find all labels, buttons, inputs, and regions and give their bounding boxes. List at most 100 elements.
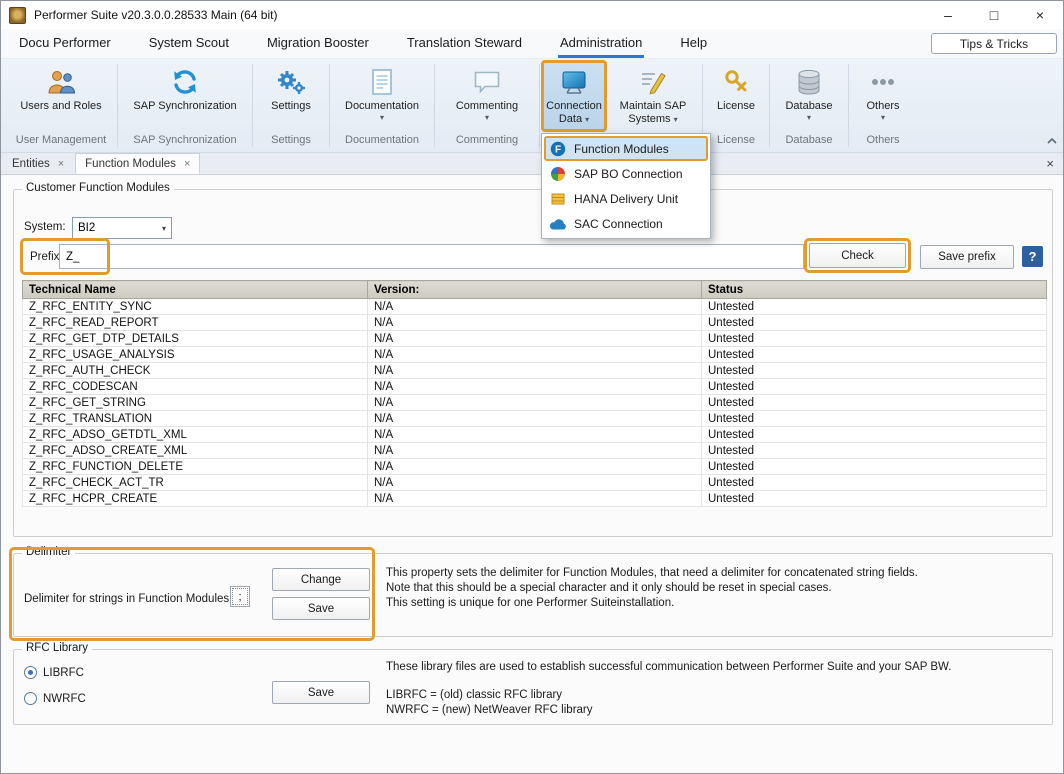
tab-close-icon[interactable]: × (184, 158, 190, 170)
table-row[interactable]: Z_RFC_FUNCTION_DELETEN/AUntested (23, 459, 1047, 475)
tab-close-icon[interactable]: × (58, 158, 64, 170)
ribbon-button-others[interactable]: Others▾ (851, 61, 915, 131)
menu-item-sac-connection[interactable]: SAC Connection (544, 211, 708, 236)
radio-icon (24, 692, 37, 705)
menu-administration[interactable]: Administration (558, 29, 644, 58)
system-combobox[interactable]: BI2 ▾ (72, 217, 172, 239)
chevron-down-icon: ▾ (380, 113, 384, 122)
maximize-button[interactable]: □ (971, 1, 1017, 29)
table-row[interactable]: Z_RFC_GET_DTP_DETAILSN/AUntested (23, 331, 1047, 347)
table-row[interactable]: Z_RFC_TRANSLATIONN/AUntested (23, 411, 1047, 427)
table-row[interactable]: Z_RFC_READ_REPORTN/AUntested (23, 315, 1047, 331)
rfc-description: These library files are used to establis… (386, 660, 951, 675)
sap-bo-icon (549, 167, 567, 181)
menu-translation-steward[interactable]: Translation Steward (405, 29, 524, 58)
group-title: RFC Library (22, 642, 92, 654)
description-line: Note that this should be a special chara… (386, 581, 918, 596)
close-button[interactable]: × (1017, 1, 1063, 29)
table-row[interactable]: Z_RFC_CODESCANN/AUntested (23, 379, 1047, 395)
prefix-input[interactable] (59, 244, 804, 269)
save-delimiter-button[interactable]: Save (272, 597, 370, 620)
ribbon-group-label: Others (849, 133, 917, 151)
table-row[interactable]: Z_RFC_ENTITY_SYNCN/AUntested (23, 299, 1047, 315)
cell-technical-name: Z_RFC_ADSO_CREATE_XML (23, 443, 368, 459)
check-button[interactable]: Check (809, 243, 906, 268)
tab-function-modules[interactable]: Function Modules × (75, 153, 200, 174)
menubar: Docu Performer System Scout Migration Boos… (1, 29, 1063, 59)
cell-status: Untested (702, 347, 1047, 363)
cell-version: N/A (368, 379, 702, 395)
cell-version: N/A (368, 299, 702, 315)
save-prefix-button[interactable]: Save prefix (920, 245, 1014, 269)
ribbon-group-database: Database▾Database (770, 59, 848, 152)
ribbon-group-label: User Management (5, 133, 117, 151)
license-icon (723, 65, 749, 99)
group-title: Customer Function Modules (22, 182, 174, 194)
cell-technical-name: Z_RFC_TRANSLATION (23, 411, 368, 427)
menu-system-scout[interactable]: System Scout (147, 29, 231, 58)
ribbon-button-commenting[interactable]: Commenting▾ (437, 61, 537, 131)
table-row[interactable]: Z_RFC_USAGE_ANALYSISN/AUntested (23, 347, 1047, 363)
ribbon-button-documentation[interactable]: Documentation▾ (332, 61, 432, 131)
description-line: This property sets the delimiter for Fun… (386, 566, 918, 581)
radio-librfc[interactable]: LIBRFC (24, 666, 86, 679)
table-row[interactable]: Z_RFC_HCPR_CREATEN/AUntested (23, 491, 1047, 507)
ribbon-button-users-and-roles[interactable]: Users and Roles (7, 61, 115, 131)
customer-function-modules-group: Customer Function Modules System: BI2 ▾ … (13, 189, 1053, 537)
cell-technical-name: Z_RFC_USAGE_ANALYSIS (23, 347, 368, 363)
menu-item-hana-delivery-unit[interactable]: HANA Delivery Unit (544, 186, 708, 211)
menu-item-label: SAC Connection (574, 217, 663, 231)
table-row[interactable]: Z_RFC_AUTH_CHECKN/AUntested (23, 363, 1047, 379)
menu-item-sap-bo-connection[interactable]: SAP BO Connection (544, 161, 708, 186)
cell-technical-name: Z_RFC_AUTH_CHECK (23, 363, 368, 379)
column-header-version[interactable]: Version: (368, 281, 702, 299)
ribbon-button-settings[interactable]: Settings (255, 61, 327, 131)
table-row[interactable]: Z_RFC_ADSO_GETDTL_XMLN/AUntested (23, 427, 1047, 443)
change-button[interactable]: Change (272, 568, 370, 591)
table-header-row: Technical Name Version: Status (23, 281, 1047, 299)
window-controls: – □ × (925, 1, 1063, 29)
others-icon (869, 65, 897, 99)
cell-technical-name: Z_RFC_ADSO_GETDTL_XML (23, 427, 368, 443)
cell-status: Untested (702, 315, 1047, 331)
content: Customer Function Modules System: BI2 ▾ … (1, 175, 1063, 773)
ribbon-button-label: SAP Synchronization (131, 100, 238, 113)
ribbon-collapse-icon[interactable] (1047, 131, 1057, 149)
table-row[interactable]: Z_RFC_GET_STRINGN/AUntested (23, 395, 1047, 411)
ribbon-button-connection-data[interactable]: Connection Data ▾ (542, 61, 606, 131)
system-label: System: (24, 221, 66, 233)
ribbon-button-sap-synchronization[interactable]: SAP Synchronization (120, 61, 250, 131)
table-row[interactable]: Z_RFC_ADSO_CREATE_XMLN/AUntested (23, 443, 1047, 459)
cell-version: N/A (368, 315, 702, 331)
column-header-status[interactable]: Status (702, 281, 1047, 299)
table-row[interactable]: Z_RFC_CHECK_ACT_TRN/AUntested (23, 475, 1047, 491)
tips-tricks-button[interactable]: Tips & Tricks (931, 33, 1057, 54)
ribbon-button-license[interactable]: License (705, 61, 767, 131)
radio-nwrfc[interactable]: NWRFC (24, 692, 86, 705)
tabgroup-close-icon[interactable]: × (1046, 156, 1054, 171)
ribbon-group-sap-synchronization: SAP SynchronizationSAP Synchronization (118, 59, 252, 152)
ribbon-button-label: Commenting (454, 100, 520, 113)
radio-icon (24, 666, 37, 679)
sac-cloud-icon (549, 217, 567, 231)
menu-migration-booster[interactable]: Migration Booster (265, 29, 371, 58)
ribbon: Users and RolesUser ManagementSAP Synchr… (1, 59, 1063, 153)
minimize-button[interactable]: – (925, 1, 971, 29)
ribbon-button-maintain-sap-systems[interactable]: Maintain SAP Systems ▾ (606, 61, 700, 131)
help-icon[interactable]: ? (1022, 246, 1043, 267)
menu-help[interactable]: Help (678, 29, 709, 58)
save-rfc-button[interactable]: Save (272, 681, 370, 704)
radio-label: LIBRFC (43, 667, 84, 679)
chevron-down-icon: ▾ (585, 115, 589, 124)
ribbon-button-label: Documentation (343, 100, 421, 113)
chevron-down-icon: ▾ (881, 113, 885, 122)
delimiter-input[interactable] (230, 586, 250, 607)
tab-entities[interactable]: Entities × (3, 153, 73, 174)
menu-item-function-modules[interactable]: FFunction Modules (544, 136, 708, 161)
ribbon-group-label: Settings (253, 133, 329, 151)
column-header-technical-name[interactable]: Technical Name (23, 281, 368, 299)
cell-status: Untested (702, 331, 1047, 347)
cell-technical-name: Z_RFC_HCPR_CREATE (23, 491, 368, 507)
ribbon-button-database[interactable]: Database▾ (772, 61, 846, 131)
menu-docu-performer[interactable]: Docu Performer (17, 29, 113, 58)
